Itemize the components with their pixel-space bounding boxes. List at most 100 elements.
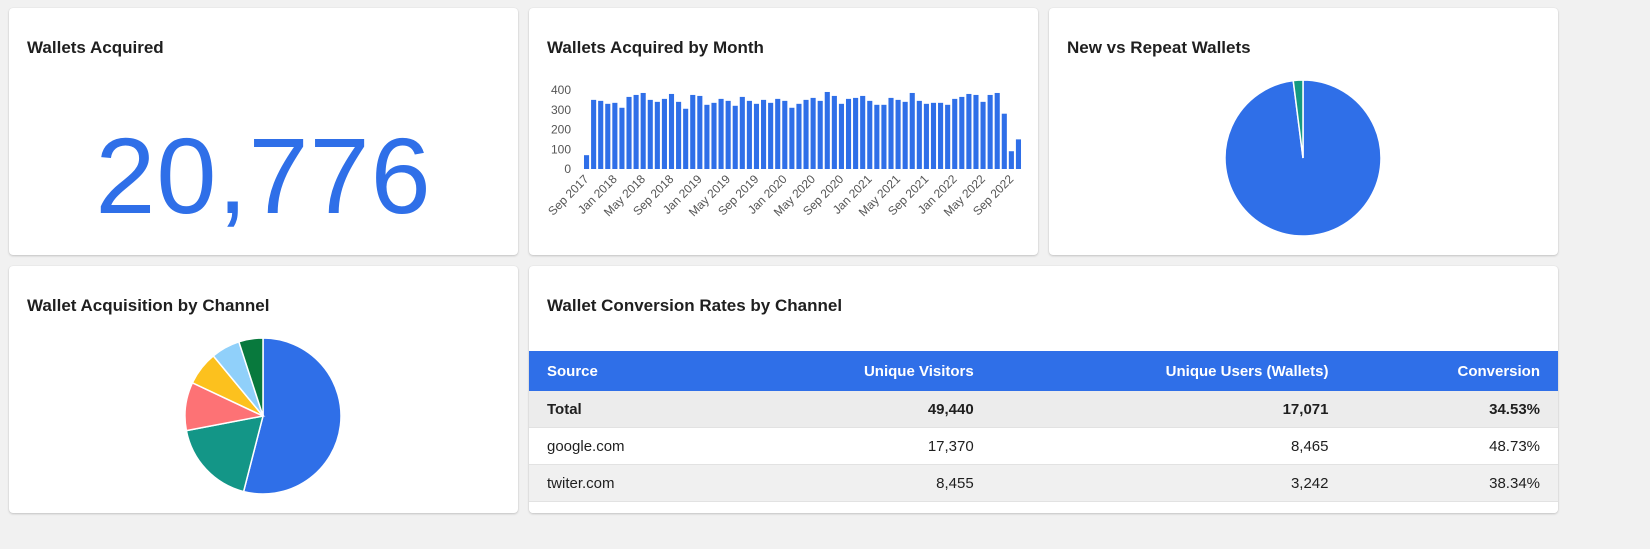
bar[interactable] — [711, 102, 717, 169]
bar[interactable] — [626, 96, 632, 169]
bar[interactable] — [909, 92, 915, 169]
cell-conversion: 38.34% — [1346, 464, 1558, 502]
bar[interactable] — [789, 107, 795, 169]
cell-users: 89 — [991, 501, 1347, 513]
bar[interactable] — [739, 96, 745, 169]
acquisition-by-channel-pie-chart — [184, 337, 342, 495]
bar[interactable] — [952, 98, 958, 169]
bar[interactable] — [888, 97, 894, 169]
monthly-bar-chart: 0100200300400Sep 2017Jan 2018May 2018Sep… — [545, 83, 1022, 219]
bar[interactable] — [987, 94, 993, 169]
bar[interactable] — [980, 101, 986, 169]
y-tick-label: 300 — [551, 103, 571, 117]
cell-source: Total — [529, 391, 732, 428]
bar[interactable] — [661, 98, 667, 169]
wallets-acquired-value: 20,776 — [95, 115, 432, 236]
bar[interactable] — [605, 103, 611, 169]
bar[interactable] — [845, 98, 852, 169]
bar[interactable] — [782, 100, 788, 169]
table-row: twiter.com 8,455 3,242 38.34% — [529, 464, 1558, 502]
bar[interactable] — [796, 103, 802, 169]
bar[interactable] — [640, 92, 646, 169]
acquisition-by-channel-card: Wallet Acquisition by Channel — [9, 266, 518, 513]
bar[interactable] — [732, 105, 738, 169]
bar[interactable] — [598, 100, 604, 169]
table-row: Direct 6,806 89 1.31% — [529, 501, 1558, 513]
cell-visitors: 17,370 — [731, 427, 992, 465]
bar[interactable] — [647, 99, 653, 169]
cell-visitors: 6,806 — [731, 501, 992, 513]
bar[interactable] — [718, 98, 724, 169]
header-source[interactable]: Source — [529, 351, 732, 391]
bar[interactable] — [895, 99, 901, 169]
bar[interactable] — [591, 99, 597, 169]
conversion-table: Source Unique Visitors Unique Users (Wal… — [529, 351, 1558, 513]
cell-conversion: 48.73% — [1346, 427, 1558, 465]
bar[interactable] — [853, 97, 859, 169]
bar[interactable] — [938, 102, 944, 169]
cell-visitors: 8,455 — [731, 464, 992, 502]
bar[interactable] — [768, 102, 774, 169]
bar[interactable] — [725, 100, 731, 169]
bar[interactable] — [612, 102, 618, 169]
bar[interactable] — [746, 100, 752, 169]
bar[interactable] — [676, 101, 682, 169]
bar[interactable] — [1008, 151, 1014, 169]
bar[interactable] — [683, 108, 689, 169]
bar[interactable] — [633, 94, 639, 169]
bar[interactable] — [838, 103, 844, 169]
header-unique-visitors[interactable]: Unique Visitors — [731, 351, 992, 391]
bar[interactable] — [817, 100, 823, 169]
bar[interactable] — [690, 94, 696, 169]
bar[interactable] — [753, 103, 760, 169]
bar[interactable] — [1001, 113, 1007, 169]
bar[interactable] — [916, 100, 922, 169]
bar[interactable] — [959, 96, 965, 169]
conversion-rates-card: Wallet Conversion Rates by Channel Sourc… — [529, 266, 1558, 513]
header-conversion[interactable]: Conversion — [1346, 351, 1558, 391]
bar[interactable] — [831, 95, 837, 169]
header-unique-users[interactable]: Unique Users (Wallets) — [991, 351, 1347, 391]
y-tick-label: 0 — [564, 162, 571, 176]
bar[interactable] — [583, 155, 590, 169]
cell-users: 8,465 — [991, 427, 1347, 465]
bar[interactable] — [994, 92, 1000, 169]
bar[interactable] — [930, 102, 937, 169]
bar[interactable] — [775, 98, 781, 169]
bar[interactable] — [761, 99, 767, 169]
bar[interactable] — [704, 104, 710, 169]
bar[interactable] — [874, 104, 880, 169]
bar[interactable] — [973, 94, 979, 169]
cell-source: google.com — [529, 427, 732, 465]
table-row-total: Total 49,440 17,071 34.53% — [529, 391, 1558, 428]
wallets-acquired-card: Wallets Acquired 20,776 — [9, 8, 518, 255]
bar[interactable] — [824, 91, 830, 169]
bar[interactable] — [966, 93, 972, 169]
y-tick-label: 100 — [551, 142, 571, 156]
bar[interactable] — [923, 103, 929, 169]
wallets-by-month-card: Wallets Acquired by Month 0 100 200 300 400 S… — [529, 8, 1038, 255]
table-row: google.com 17,370 8,465 48.73% — [529, 427, 1558, 465]
cell-visitors: 49,440 — [731, 391, 992, 428]
bar[interactable] — [654, 101, 660, 169]
cell-conversion: 1.31% — [1346, 501, 1558, 513]
bar[interactable] — [619, 107, 625, 169]
bar[interactable] — [803, 99, 809, 169]
y-tick-label: 400 — [551, 83, 571, 97]
new-vs-repeat-card: New vs Repeat Wallets — [1049, 8, 1558, 255]
bar[interactable] — [668, 93, 675, 169]
bar[interactable] — [1015, 139, 1022, 169]
y-tick-label: 200 — [551, 123, 571, 137]
bar[interactable] — [945, 104, 951, 169]
cell-users: 17,071 — [991, 391, 1347, 428]
cell-source: twiter.com — [529, 464, 732, 502]
conversion-rates-title: Wallet Conversion Rates by Channel — [547, 296, 843, 315]
bar[interactable] — [810, 97, 816, 169]
cell-users: 3,242 — [991, 464, 1347, 502]
bar[interactable] — [881, 104, 887, 169]
bar[interactable] — [902, 101, 908, 169]
cell-source: Direct — [529, 501, 732, 513]
bar[interactable] — [867, 100, 873, 169]
bar[interactable] — [860, 95, 866, 169]
bar[interactable] — [697, 95, 703, 169]
